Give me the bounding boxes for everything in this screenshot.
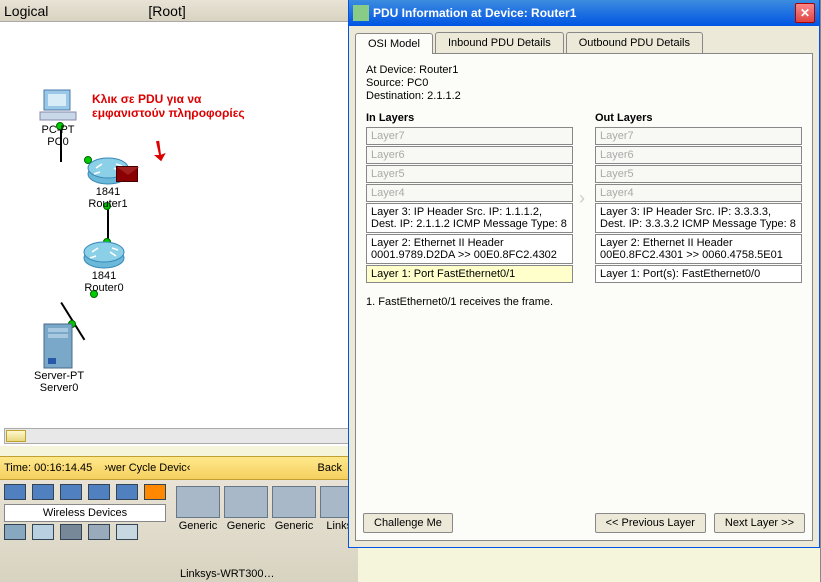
horizontal-scrollbar[interactable] (4, 428, 354, 444)
device-name-label: Router0 (82, 282, 126, 294)
in-layer-2[interactable]: Layer 2: Ethernet II Header 0001.9789.D2… (366, 234, 573, 264)
back-button[interactable]: Back (318, 462, 342, 474)
out-layer-5[interactable]: Layer5 (595, 165, 802, 183)
device-type-label: PC-PT (38, 124, 78, 136)
category-icon[interactable] (88, 484, 110, 500)
previous-layer-button[interactable]: << Previous Layer (595, 513, 706, 533)
tab-osi-model[interactable]: OSI Model (355, 33, 433, 54)
destination-label: Destination: 2.1.1.2 (366, 90, 802, 102)
out-layer-1[interactable]: Layer 1: Port(s): FastEthernet0/0 (595, 265, 802, 283)
sim-time-label: Time: 00:16:14.45 (4, 462, 92, 474)
layer-direction-arrow-icon: › (579, 188, 589, 209)
category-icon[interactable] (32, 484, 54, 500)
out-layer-4[interactable]: Layer4 (595, 184, 802, 202)
close-icon: ✕ (800, 6, 810, 20)
device-model-list[interactable]: Generic Generic Generic Linksy (170, 480, 358, 582)
out-layer-7[interactable]: Layer7 (595, 127, 802, 145)
device-type-label: 1841 (82, 270, 126, 282)
layer-explanation: 1. FastEthernet0/1 receives the frame. (366, 296, 802, 308)
selected-device-label: Linksys-WRT300… (180, 568, 275, 580)
pdu-device-info: At Device: Router1 Source: PC0 Destinati… (366, 64, 802, 102)
tab-inbound-pdu[interactable]: Inbound PDU Details (435, 32, 564, 53)
device-pc0[interactable]: PC-PT PC0 (38, 88, 78, 148)
category-icon[interactable] (88, 524, 110, 540)
tab-panel-osi: At Device: Router1 Source: PC0 Destinati… (355, 53, 813, 541)
out-layers-title: Out Layers (595, 112, 802, 124)
at-device-label: At Device: Router1 (366, 64, 802, 76)
device-router0[interactable]: 1841 Router0 (82, 240, 126, 294)
device-model-item[interactable]: Generic (176, 486, 220, 576)
in-layer-5[interactable]: Layer5 (366, 165, 573, 183)
device-name-label: Router1 (86, 198, 130, 210)
out-layers-column: Out Layers Layer7 Layer6 Layer5 Layer4 L… (595, 112, 802, 284)
out-layer-2[interactable]: Layer 2: Ethernet II Header 00E0.8FC2.43… (595, 234, 802, 264)
pdu-info-dialog: PDU Information at Device: Router1 ✕ OSI… (348, 0, 820, 548)
pc-icon (38, 88, 78, 124)
topology-canvas[interactable]: PC-PT PC0 1841 Router1 1841 Router0 Serv… (0, 22, 358, 446)
device-name-label: PC0 (38, 136, 78, 148)
view-mode-label[interactable]: Logical (4, 3, 48, 19)
pdu-envelope-icon[interactable] (116, 166, 138, 182)
dialog-title: PDU Information at Device: Router1 (373, 6, 576, 20)
device-type-label: Server-PT (34, 370, 84, 382)
device-type-label: 1841 (86, 186, 130, 198)
annotation-text: Κλικ σε PDU για να εμφανιστούν πληροφορί… (92, 92, 245, 120)
in-layers-column: In Layers Layer7 Layer6 Layer5 Layer4 La… (366, 112, 573, 284)
in-layer-3[interactable]: Layer 3: IP Header Src. IP: 1.1.1.2, Des… (366, 203, 573, 233)
in-layer-6[interactable]: Layer6 (366, 146, 573, 164)
category-icon[interactable] (116, 484, 138, 500)
device-model-item[interactable]: Generic (224, 486, 268, 576)
simulation-status-bar: Time: 00:16:14.45 ›wer Cycle Devic‹ Back (0, 456, 358, 480)
close-button[interactable]: ✕ (795, 3, 815, 23)
device-category-box: Wireless Devices (0, 480, 170, 582)
device-type-panel: Wireless Devices Generic Generic Generic… (0, 480, 358, 582)
tab-strip: OSI Model Inbound PDU Details Outbound P… (349, 26, 819, 53)
category-icon[interactable] (60, 524, 82, 540)
source-label: Source: PC0 (366, 77, 802, 89)
category-icon[interactable] (4, 524, 26, 540)
category-connection-icon[interactable] (144, 484, 166, 500)
in-layer-1[interactable]: Layer 1: Port FastEthernet0/1 (366, 265, 573, 283)
out-layer-3[interactable]: Layer 3: IP Header Src. IP: 3.3.3.3, Des… (595, 203, 802, 233)
server-icon (42, 322, 76, 370)
root-breadcrumb[interactable]: [Root] (148, 3, 185, 19)
annotation-arrow-icon: ➘ (141, 130, 179, 170)
dialog-titlebar[interactable]: PDU Information at Device: Router1 ✕ (349, 0, 819, 26)
scrollbar-thumb[interactable] (6, 430, 26, 442)
out-layer-6[interactable]: Layer6 (595, 146, 802, 164)
category-icon[interactable] (32, 524, 54, 540)
device-router1[interactable]: 1841 Router1 (86, 156, 130, 210)
in-layer-7[interactable]: Layer7 (366, 127, 573, 145)
challenge-me-button[interactable]: Challenge Me (363, 513, 453, 533)
app-icon (353, 5, 369, 21)
category-icon[interactable] (60, 484, 82, 500)
router-icon (82, 240, 126, 270)
category-label: Wireless Devices (4, 504, 166, 522)
device-model-item[interactable]: Generic (272, 486, 316, 576)
device-server0[interactable]: Server-PT Server0 (34, 322, 84, 394)
in-layers-title: In Layers (366, 112, 573, 124)
next-layer-button[interactable]: Next Layer >> (714, 513, 805, 533)
category-icon[interactable] (116, 524, 138, 540)
power-cycle-button[interactable]: ›wer Cycle Devic‹ (104, 462, 190, 474)
category-icon[interactable] (4, 484, 26, 500)
in-layer-4[interactable]: Layer4 (366, 184, 573, 202)
device-name-label: Server0 (34, 382, 84, 394)
tab-outbound-pdu[interactable]: Outbound PDU Details (566, 32, 703, 53)
